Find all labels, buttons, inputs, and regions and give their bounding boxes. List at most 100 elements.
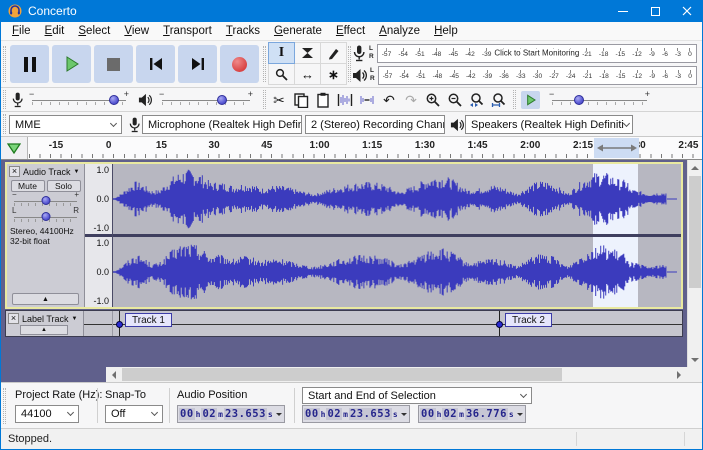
trim-audio-button[interactable] <box>335 90 355 110</box>
snap-to-select[interactable]: Off <box>105 405 163 423</box>
recording-meter[interactable]: -57-54-51-48-45-42-39-36-33-30-27-24-21-… <box>376 43 697 63</box>
waveform-right-channel[interactable] <box>113 237 681 307</box>
field-dropdown-icon[interactable] <box>400 413 407 419</box>
toolbar-gripper[interactable] <box>263 45 266 83</box>
label-text-box[interactable]: Track 1 <box>125 313 172 327</box>
waveform-left-channel[interactable] <box>113 164 681 234</box>
collapse-track-button[interactable]: ▲ <box>20 325 68 335</box>
horizontal-scrollbar[interactable] <box>106 367 686 382</box>
selection-end-field[interactable]: 00 h 02 m 36.776 s <box>418 405 526 423</box>
pan-slider[interactable]: L R <box>12 206 79 224</box>
menu-item[interactable]: Effect <box>329 23 372 39</box>
undo-button[interactable]: ↶ <box>379 90 399 110</box>
vertical-scrollbar[interactable] <box>687 160 702 367</box>
slider-thumb[interactable] <box>109 95 120 105</box>
zoom-in-button[interactable] <box>423 90 443 110</box>
playback-meter[interactable]: -57 -54 -51 -48 -45 -42 -39 -36 -33 -30 -27 -24 -21-… <box>377 65 697 85</box>
draw-tool-button[interactable] <box>320 42 347 64</box>
playback-volume-slider[interactable]: − + <box>157 89 255 109</box>
collapse-track-button[interactable]: ▲ <box>12 293 79 305</box>
menu-item[interactable]: File <box>5 23 38 39</box>
vertical-scrollbar-thumb[interactable] <box>689 176 701 288</box>
selection-tool-button[interactable]: I <box>268 42 295 64</box>
recording-volume-slider[interactable]: − + <box>27 89 131 109</box>
stop-button[interactable] <box>94 45 133 83</box>
skip-to-start-button[interactable] <box>136 45 175 83</box>
slider-thumb[interactable] <box>573 95 584 105</box>
cut-button[interactable]: ✂ <box>269 90 289 110</box>
toolbar-gripper[interactable] <box>3 45 6 83</box>
play-at-speed-button[interactable] <box>521 91 540 109</box>
menu-item[interactable]: Edit <box>38 23 72 39</box>
toolbar-gripper[interactable] <box>3 114 6 134</box>
pause-button[interactable] <box>10 45 49 83</box>
menu-item[interactable]: Analyze <box>372 23 427 39</box>
menu-item[interactable]: Help <box>427 23 465 39</box>
label-area[interactable]: Track 1 Track 2 <box>84 311 682 336</box>
menu-item[interactable]: Tracks <box>219 23 267 39</box>
track-title[interactable]: Audio Track <box>23 167 71 177</box>
slider-thumb[interactable] <box>216 95 227 105</box>
close-button[interactable] <box>671 0 703 22</box>
label-text-box[interactable]: Track 2 <box>505 313 552 327</box>
field-dropdown-icon[interactable] <box>275 413 282 419</box>
paste-button[interactable] <box>313 90 333 110</box>
playback-device-select[interactable]: Speakers (Realtek High Definiti <box>465 115 633 134</box>
waveform-area[interactable] <box>113 164 681 307</box>
multi-tool-button[interactable]: ∗ <box>320 63 347 85</box>
maximize-button[interactable] <box>639 0 671 22</box>
timeline-selection-region[interactable] <box>594 138 639 158</box>
menu-item[interactable]: Select <box>71 23 117 39</box>
toolbar-gripper[interactable] <box>3 90 6 109</box>
track-title[interactable]: Label Track <box>22 314 69 324</box>
copy-button[interactable] <box>291 90 311 110</box>
track-menu-dropdown-icon[interactable]: ▼ <box>74 169 80 175</box>
recording-device-select[interactable]: Microphone (Realtek High Defini <box>142 115 302 134</box>
toolbar-gripper[interactable] <box>348 45 351 83</box>
scroll-down-button[interactable] <box>688 352 702 367</box>
pinned-play-head-control[interactable] <box>1 137 28 159</box>
menu-item[interactable]: View <box>117 23 156 39</box>
menu-item[interactable]: Generate <box>267 23 329 39</box>
playback-speed-slider[interactable]: − + <box>547 89 652 109</box>
redo-button[interactable]: ↷ <box>401 90 421 110</box>
close-track-button[interactable]: × <box>8 313 19 324</box>
toolbar-gripper[interactable] <box>263 90 266 109</box>
record-icon <box>232 56 247 72</box>
scroll-left-button[interactable] <box>106 367 121 382</box>
envelope-tool-button[interactable] <box>294 42 321 64</box>
monitoring-hint[interactable]: Click to Start Monitoring <box>491 48 583 58</box>
menu-item[interactable]: Transport <box>156 23 219 39</box>
timeshift-tool-button[interactable]: ↔ <box>294 63 321 85</box>
skip-to-end-button[interactable] <box>178 45 217 83</box>
label-pin-icon[interactable] <box>495 321 503 328</box>
audio-position-field[interactable]: 00 h 02 m 23.653 s <box>177 405 285 423</box>
zoom-tool-button[interactable] <box>268 63 295 85</box>
label-pin-icon[interactable] <box>115 321 123 328</box>
recording-channels-select[interactable]: 2 (Stereo) Recording Channels <box>305 115 445 134</box>
timeline-ruler[interactable]: -1501530451:001:151:301:452:002:152:302:… <box>1 137 702 160</box>
toolbar-gripper[interactable] <box>513 90 516 109</box>
play-button[interactable] <box>52 45 91 83</box>
scroll-up-button[interactable] <box>688 160 702 175</box>
track-menu-dropdown-icon[interactable]: ▼ <box>72 316 78 322</box>
close-track-button[interactable]: × <box>9 166 20 177</box>
silence-audio-button[interactable] <box>357 90 377 110</box>
slider-thumb[interactable] <box>41 196 50 205</box>
zoom-out-button[interactable] <box>445 90 465 110</box>
fit-project-button[interactable] <box>489 90 509 110</box>
selection-mode-select[interactable]: Start and End of Selection <box>302 387 532 404</box>
scroll-right-button[interactable] <box>671 367 686 382</box>
record-button[interactable] <box>220 45 259 83</box>
selection-start-field[interactable]: 00 h 02 m 23.653 s <box>302 405 410 423</box>
horizontal-scrollbar-thumb[interactable] <box>122 368 562 381</box>
minimize-button[interactable] <box>607 0 639 22</box>
zoom-to-selection-button[interactable] <box>467 90 487 110</box>
gain-slider[interactable]: − + <box>12 190 79 208</box>
toolbar-gripper[interactable] <box>3 387 6 424</box>
slider-thumb[interactable] <box>41 212 50 221</box>
audio-host-select[interactable]: MME <box>9 115 122 134</box>
project-rate-select[interactable]: 44100 <box>15 405 79 423</box>
field-dropdown-icon[interactable] <box>516 413 523 419</box>
vertical-scale-ruler[interactable]: 1.0 0.0 -1.0 1.0 0.0 -1.0 <box>85 164 113 307</box>
